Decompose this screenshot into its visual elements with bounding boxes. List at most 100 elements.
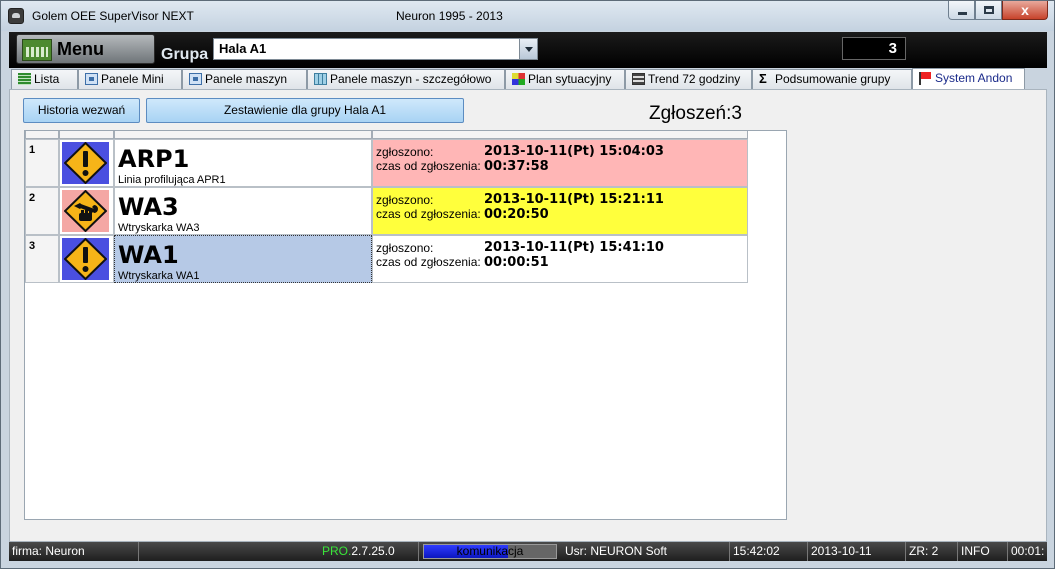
row-time-cell: zgłoszono: czas od zgłoszenia: 2013-10-1… (372, 139, 748, 187)
row-icon-cell (59, 187, 114, 235)
tab-panele-maszyn-szczegolowo[interactable]: Panele maszyn - szczegółowo (307, 69, 505, 89)
calls-grid: 1 ARP1 Linia profilująca APR1 zgłoszono:… (24, 130, 787, 520)
group-summary-button[interactable]: Zestawienie dla grupy Hala A1 (146, 98, 464, 123)
row-number: 3 (25, 235, 59, 283)
elapsed-time: 00:37:58 (484, 159, 549, 174)
tab-label: System Andon (935, 71, 1013, 85)
sigma-icon: Σ (759, 71, 767, 86)
warning-icon (62, 238, 109, 280)
group-label: Grupa (161, 46, 209, 63)
grid-header (25, 131, 748, 139)
panel-icon (85, 73, 98, 85)
status-zr: ZR: 2 (906, 542, 958, 561)
row-time-cell: zgłoszono: czas od zgłoszenia: 2013-10-1… (372, 235, 748, 283)
status-time: 15:42:02 (730, 542, 808, 561)
reported-time: 2013-10-11(Pt) 15:21:11 (484, 192, 664, 207)
plan-icon (512, 73, 525, 85)
call-history-button[interactable]: Historia wezwań (23, 98, 140, 123)
row-number: 2 (25, 187, 59, 235)
machine-name: WA3 (118, 193, 179, 221)
version-number: 2.7.25.0 (351, 544, 395, 558)
tab-panele-maszyn[interactable]: Panele maszyn (182, 69, 307, 89)
status-user: Usr: NEURON Soft (562, 542, 730, 561)
row-icon-cell (59, 139, 114, 187)
machine-description: Wtryskarka WA3 (118, 222, 200, 234)
tab-label: Panele maszyn (205, 72, 288, 86)
call-row[interactable]: 1 ARP1 Linia profilująca APR1 zgłoszono:… (25, 139, 748, 187)
close-button[interactable]: x (1002, 1, 1048, 20)
communication-indicator: komunikacja (423, 544, 557, 559)
andon-panel: Historia wezwań Zestawienie dla grupy Ha… (9, 89, 1047, 542)
header-cell-icon[interactable] (59, 131, 114, 139)
status-spacer (139, 542, 289, 561)
maximize-icon (984, 6, 994, 14)
tab-system-andon[interactable]: System Andon (912, 68, 1025, 89)
maintenance-icon (62, 190, 109, 232)
group-select-value: Hala A1 (219, 41, 267, 56)
flag-icon (919, 72, 931, 85)
menu-label: Menu (57, 39, 104, 59)
machine-description: Wtryskarka WA1 (118, 270, 200, 282)
tab-label: Trend 72 godziny (648, 72, 741, 86)
status-bar: firma: Neuron PRO.2.7.25.0 komunikacja U… (9, 542, 1047, 561)
title-bar[interactable]: Golem OEE SuperVisor NEXT Neuron 1995 - … (1, 1, 1054, 31)
header-cell-time[interactable] (372, 131, 748, 139)
tab-lista[interactable]: Lista (11, 69, 78, 89)
tab-panele-mini[interactable]: Panele Mini (78, 69, 182, 89)
tab-trend-72[interactable]: Trend 72 godziny (625, 69, 752, 89)
machine-name: ARP1 (118, 145, 190, 173)
status-info[interactable]: INFO (958, 542, 1008, 561)
reported-time: 2013-10-11(Pt) 15:41:10 (484, 240, 664, 255)
row-time-cell: zgłoszono: czas od zgłoszenia: 2013-10-1… (372, 187, 748, 235)
panel-icon (189, 73, 202, 85)
elapsed-label: czas od zgłoszenia: (376, 255, 481, 269)
tab-label: Lista (34, 72, 60, 86)
header-cell-num[interactable] (25, 131, 59, 139)
tab-plan-sytuacyjny[interactable]: Plan sytuacyjny (505, 69, 625, 89)
status-clock: 00:01: (1011, 544, 1045, 558)
minimize-button[interactable] (948, 1, 975, 20)
close-icon: x (1021, 2, 1029, 18)
machine-name: WA1 (118, 241, 179, 269)
status-date: 2013-10-11 (808, 542, 906, 561)
toolbar: Menu Grupa Hala A1 3 (9, 32, 1047, 68)
window-subtitle: Neuron 1995 - 2013 (396, 9, 503, 23)
group-select-dropdown-button[interactable] (519, 39, 537, 59)
app-window: Golem OEE SuperVisor NEXT Neuron 1995 - … (0, 0, 1055, 569)
row-name-cell: ARP1 Linia profilująca APR1 (114, 139, 372, 187)
tab-label: Panele Mini (101, 72, 164, 86)
row-number: 1 (25, 139, 59, 187)
group-select[interactable]: Hala A1 (213, 38, 538, 60)
header-cell-name[interactable] (114, 131, 372, 139)
menu-button[interactable]: Menu (16, 34, 155, 64)
trend-icon (632, 73, 645, 85)
tab-label: Plan sytuacyjny (528, 72, 612, 86)
maximize-button[interactable] (975, 1, 1002, 20)
row-name-cell: WA3 Wtryskarka WA3 (114, 187, 372, 235)
panel-detail-icon (314, 73, 327, 85)
reported-label: zgłoszono: (376, 241, 434, 255)
reported-label: zgłoszono: (376, 193, 434, 207)
call-row[interactable]: 2 WA3 Wtryskarka WA3 zgłoszono: czas od … (25, 187, 748, 235)
reported-label: zgłoszono: (376, 145, 434, 159)
status-version: PRO.2.7.25.0 (319, 542, 419, 561)
elapsed-label: czas od zgłoszenia: (376, 159, 481, 173)
elapsed-time: 00:00:51 (484, 255, 549, 270)
tab-label: Podsumowanie grupy (775, 72, 891, 86)
elapsed-time: 00:20:50 (484, 207, 549, 222)
status-company: firma: Neuron (9, 542, 139, 561)
factory-icon (22, 39, 52, 61)
tab-label: Panele maszyn - szczegółowo (330, 72, 492, 86)
window-controls: x (948, 1, 1048, 21)
window-title: Golem OEE SuperVisor NEXT (32, 9, 194, 23)
warning-icon (62, 142, 109, 184)
chevron-down-icon (525, 47, 533, 52)
call-row[interactable]: 3 WA1 Wtryskarka WA1 zgłoszono: czas od … (25, 235, 748, 283)
list-icon (18, 73, 31, 85)
app-icon[interactable] (8, 8, 24, 24)
row-name-cell-selected: WA1 Wtryskarka WA1 (114, 235, 372, 283)
row-icon-cell (59, 235, 114, 283)
tab-podsumowanie-grupy[interactable]: Σ Podsumowanie grupy (752, 69, 912, 89)
communication-label: komunikacja (456, 544, 524, 558)
elapsed-label: czas od zgłoszenia: (376, 207, 481, 221)
